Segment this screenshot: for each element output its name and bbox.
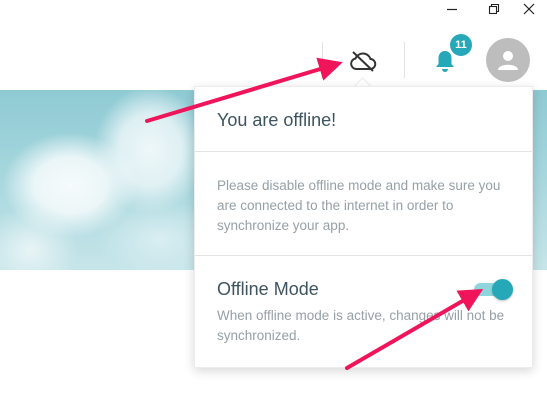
notification-count-badge: 11 [450,34,472,56]
popup-divider [195,151,532,152]
offline-status-button[interactable] [346,48,380,74]
offline-mode-toggle[interactable] [474,279,513,300]
header-divider [404,42,405,78]
offline-mode-description: When offline mode is active, changes wil… [217,308,505,343]
toggle-thumb [492,279,513,300]
offline-mode-label: Offline Mode [217,279,319,299]
cloud-off-icon [350,51,377,72]
popup-title: You are offline! [217,110,337,130]
popup-message: Please disable offline mode and make sur… [217,178,501,233]
restore-button[interactable] [476,0,512,18]
close-button[interactable] [511,0,547,18]
minimize-icon [447,8,457,11]
minimize-button[interactable] [434,0,470,18]
close-icon [523,3,535,15]
offline-popup: You are offline! Please disable offline … [194,86,533,368]
user-avatar[interactable] [486,38,530,82]
header-divider [322,42,323,78]
restore-icon [488,3,500,15]
user-icon [498,51,518,70]
popup-divider [195,255,532,256]
